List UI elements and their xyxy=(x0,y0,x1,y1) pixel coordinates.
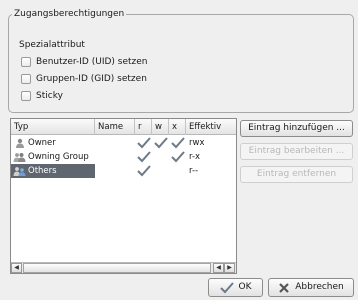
scroll-left-button[interactable]: ◀ xyxy=(11,263,22,273)
column-header-type[interactable]: Typ xyxy=(11,119,95,135)
column-header-read[interactable]: r xyxy=(135,119,152,135)
remove-entry-label: Eintrag entfernen xyxy=(256,169,337,179)
row-rest-bg xyxy=(95,164,236,178)
setgid-checkbox[interactable]: Gruppen-ID (GID) setzen xyxy=(21,73,147,85)
row-effective: rwx xyxy=(189,138,205,148)
checkmark-icon[interactable] xyxy=(137,151,151,163)
horizontal-scrollbar[interactable]: ◀ ◀ ▶ xyxy=(11,262,236,273)
close-icon xyxy=(279,282,290,293)
column-header-effective[interactable]: Effektiv xyxy=(186,119,236,135)
checkmark-icon xyxy=(219,281,234,293)
add-entry-button[interactable]: Eintrag hinzufügen ... xyxy=(240,120,353,137)
cancel-button[interactable]: Abbrechen xyxy=(268,278,354,297)
groupbox-title: Zugangsberechtigungen xyxy=(12,9,127,19)
table-row[interactable]: Owner rwx xyxy=(11,136,236,150)
user-icon xyxy=(16,138,24,148)
setuid-label: Benutzer-ID (UID) setzen xyxy=(36,57,148,67)
setuid-checkbox[interactable]: Benutzer-ID (UID) setzen xyxy=(21,56,148,68)
ok-button[interactable]: OK xyxy=(208,278,263,297)
row-effective: r-- xyxy=(189,166,199,176)
checkmark-icon[interactable] xyxy=(171,137,185,149)
group-icon xyxy=(13,153,26,162)
row-effective: r-x xyxy=(189,152,201,162)
special-attribute-label: Spezialattribut xyxy=(19,40,85,50)
scrollbar-thumb[interactable] xyxy=(23,263,211,273)
checkmark-icon[interactable] xyxy=(154,137,168,149)
others-icon xyxy=(13,167,26,176)
remove-entry-button[interactable]: Eintrag entfernen xyxy=(240,166,353,183)
column-header-write[interactable]: w xyxy=(152,119,169,135)
checkbox-box[interactable] xyxy=(21,91,31,101)
checkbox-box[interactable] xyxy=(21,74,31,84)
row-type: Owning Group xyxy=(28,152,89,162)
scroll-right-button[interactable]: ▶ xyxy=(224,263,235,273)
row-type: Others xyxy=(28,166,57,176)
table-header: Typ Name r w x Effektiv xyxy=(11,119,236,135)
checkbox-box[interactable] xyxy=(21,57,31,67)
add-entry-label: Eintrag hinzufügen ... xyxy=(248,123,345,133)
ok-label: OK xyxy=(238,282,252,292)
row-type: Owner xyxy=(28,138,56,148)
checkmark-icon[interactable] xyxy=(171,151,185,163)
sticky-checkbox[interactable]: Sticky xyxy=(21,90,63,102)
scroll-left-button-2[interactable]: ◀ xyxy=(213,263,224,273)
sticky-label: Sticky xyxy=(36,91,63,101)
column-header-name[interactable]: Name xyxy=(95,119,135,135)
column-header-execute[interactable]: x xyxy=(169,119,186,135)
checkmark-icon[interactable] xyxy=(137,137,151,149)
setgid-label: Gruppen-ID (GID) setzen xyxy=(36,74,147,84)
acl-table[interactable]: Typ Name r w x Effektiv Owner rwx Owning… xyxy=(10,118,237,274)
edit-entry-label: Eintrag bearbeiten ... xyxy=(248,146,345,156)
checkmark-icon[interactable] xyxy=(137,165,151,177)
table-row[interactable]: Others r-- xyxy=(11,164,236,178)
table-row[interactable]: Owning Group r-x xyxy=(11,150,236,164)
acl-dialog: Zugangsberechtigungen Spezialattribut Be… xyxy=(0,0,358,300)
cancel-label: Abbrechen xyxy=(295,282,344,292)
edit-entry-button[interactable]: Eintrag bearbeiten ... xyxy=(240,143,353,160)
